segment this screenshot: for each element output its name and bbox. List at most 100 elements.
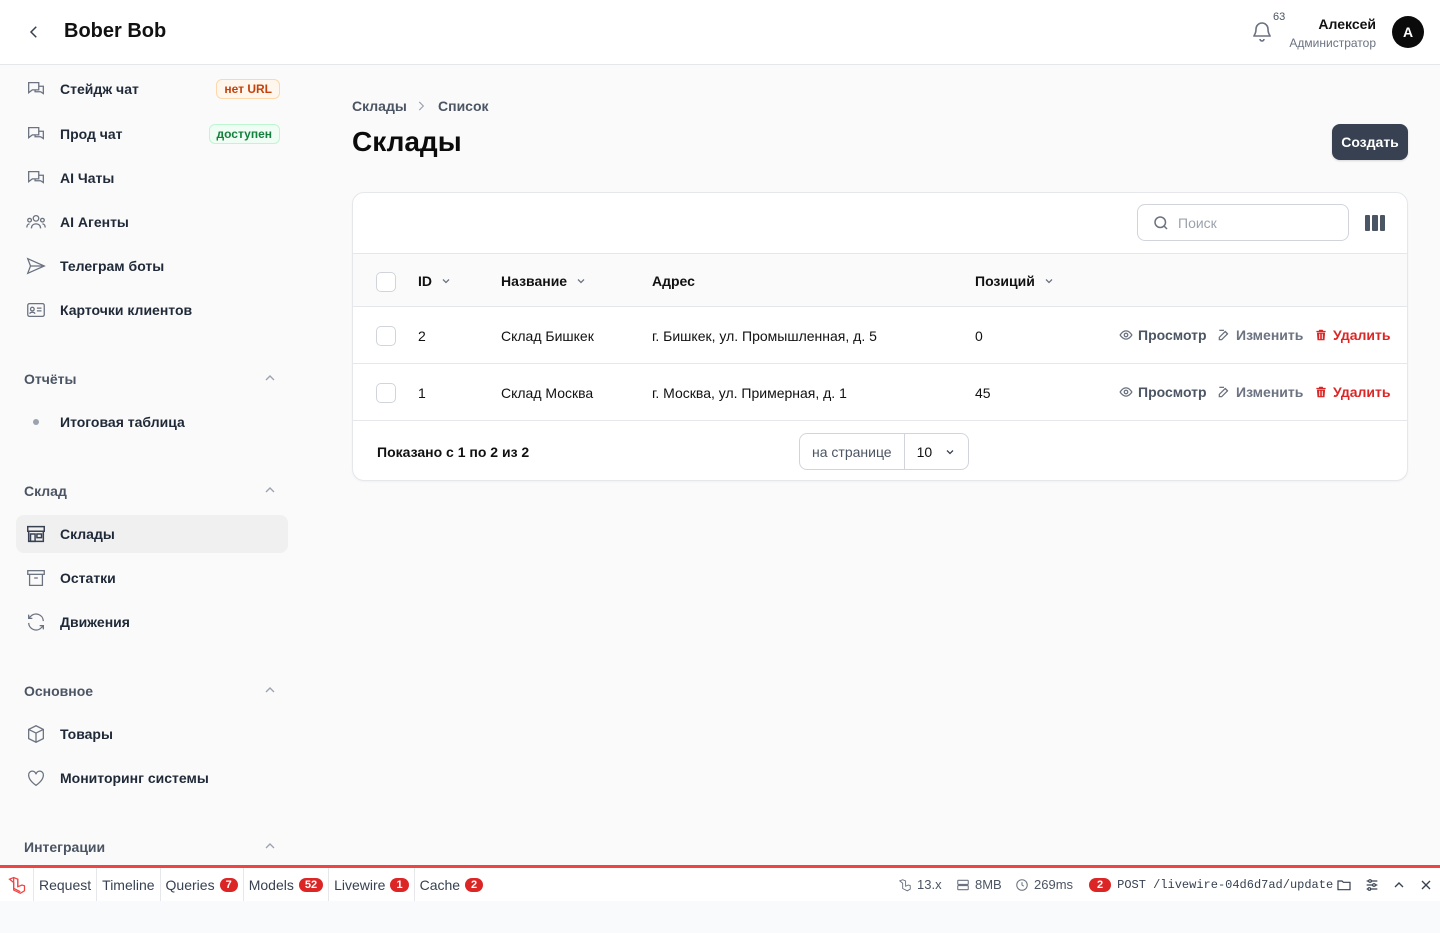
count-badge: 1 <box>390 877 409 892</box>
sidebar-item-label: Карточки клиентов <box>60 302 193 318</box>
row-checkbox[interactable] <box>376 383 396 403</box>
search-input-wrapper[interactable] <box>1137 204 1349 241</box>
chevron-down-icon <box>577 279 585 284</box>
columns-icon[interactable] <box>1365 215 1385 231</box>
laravel-logo-icon[interactable] <box>0 868 34 901</box>
group-label-reports: Отчёты <box>24 371 77 387</box>
heart-icon <box>24 766 48 790</box>
edit-button[interactable]: Изменить <box>1217 327 1303 343</box>
sidebar: Стейдж чат нет URL Прод чат доступен AI … <box>0 65 320 865</box>
id-card-icon <box>24 298 48 322</box>
column-header-id[interactable]: ID <box>418 273 452 289</box>
sidebar-item-ai-chats[interactable]: AI Чаты <box>16 159 288 197</box>
sidebar-item-products[interactable]: Товары <box>16 715 288 753</box>
sidebar-item-label: AI Чаты <box>60 170 115 186</box>
eye-icon <box>1119 330 1133 340</box>
memory-value: 8MB <box>975 877 1002 892</box>
column-header-name[interactable]: Название <box>501 273 587 289</box>
table-row: 1 Склад Москва г. Москва, ул. Примерная,… <box>353 364 1407 421</box>
chat-icon <box>24 122 48 146</box>
edit-label: Изменить <box>1236 327 1304 343</box>
memory-usage: 8MB <box>956 868 1002 901</box>
settings-icon[interactable] <box>1364 877 1380 893</box>
notifications-count: 63 <box>1273 11 1286 23</box>
close-icon[interactable] <box>1418 877 1434 893</box>
sidebar-item-label: Товары <box>60 726 113 742</box>
sidebar-item-movements[interactable]: Движения <box>16 603 288 641</box>
debug-bar: Request Timeline Queries 7 Models 52 Livew… <box>0 865 1440 901</box>
chevron-up-icon[interactable] <box>262 370 278 386</box>
cell-id: 2 <box>418 328 426 344</box>
request-selector[interactable]: 2 POST /livewire-04d6d7ad/update <box>1089 868 1333 901</box>
delete-button[interactable]: Удалить <box>1314 384 1390 400</box>
pagination-summary: Показано с 1 по 2 из 2 <box>377 444 530 460</box>
sidebar-item-prod-chat[interactable]: Прод чат доступен <box>16 115 288 153</box>
sidebar-item-summary-table[interactable]: Итоговая таблица <box>16 403 288 441</box>
chevron-up-icon[interactable] <box>262 482 278 498</box>
chevron-down-icon <box>442 279 450 284</box>
view-button[interactable]: Просмотр <box>1119 327 1207 343</box>
send-icon <box>24 254 48 278</box>
sidebar-item-client-cards[interactable]: Карточки клиентов <box>16 291 288 329</box>
debug-tab-label: Timeline <box>102 876 155 893</box>
chevron-left-icon <box>29 26 37 38</box>
view-button[interactable]: Просмотр <box>1119 384 1207 400</box>
table-card: ID Название Адрес Позиций 2 Склад Бишкек… <box>352 192 1408 481</box>
select-all-checkbox[interactable] <box>376 272 396 292</box>
archive-icon <box>24 566 48 590</box>
group-label-warehouse: Склад <box>24 483 67 499</box>
sidebar-item-system-monitoring[interactable]: Мониторинг системы <box>16 759 288 797</box>
debug-tab-livewire[interactable]: Livewire 1 <box>329 868 415 901</box>
sidebar-item-label: AI Агенты <box>60 214 129 230</box>
sidebar-item-telegram-bots[interactable]: Телеграм боты <box>16 247 288 285</box>
debug-tab-queries[interactable]: Queries 7 <box>161 868 244 901</box>
laravel-version: 13.x <box>898 868 942 901</box>
sidebar-item-stage-chat[interactable]: Стейдж чат нет URL <box>16 70 288 108</box>
chevron-up-icon[interactable] <box>1391 877 1407 893</box>
users-icon <box>24 210 48 234</box>
count-badge: 2 <box>1089 877 1112 892</box>
column-header-positions[interactable]: Позиций <box>975 273 1055 289</box>
debug-tab-timeline[interactable]: Timeline <box>97 868 161 901</box>
user-name: Алексей <box>1318 16 1376 32</box>
sidebar-item-ai-agents[interactable]: AI Агенты <box>16 203 288 241</box>
search-icon <box>1154 215 1168 230</box>
column-header-label: Адрес <box>652 273 695 289</box>
sidebar-item-stock[interactable]: Остатки <box>16 559 288 597</box>
bell-icon[interactable] <box>1250 20 1274 44</box>
edit-button[interactable]: Изменить <box>1217 384 1303 400</box>
debug-tab-cache[interactable]: Cache 2 <box>415 868 489 901</box>
chevron-right-icon <box>418 101 425 111</box>
page-title: Склады <box>352 126 462 157</box>
folder-icon[interactable] <box>1336 877 1352 893</box>
sidebar-item-warehouses[interactable]: Склады <box>16 515 288 553</box>
column-header-address: Адрес <box>652 273 695 289</box>
app-title: Bober Bob <box>64 20 167 42</box>
debug-tab-request[interactable]: Request <box>34 868 98 901</box>
table-header: ID Название Адрес Позиций <box>353 253 1407 307</box>
sidebar-item-label: Мониторинг системы <box>60 770 209 786</box>
sidebar-item-label: Остатки <box>60 570 116 586</box>
edit-icon <box>1218 329 1229 341</box>
delete-button[interactable]: Удалить <box>1314 327 1390 343</box>
create-button[interactable]: Создать <box>1332 124 1408 160</box>
debug-tab-label: Models <box>248 876 294 893</box>
eye-icon <box>1119 387 1133 397</box>
back-button[interactable] <box>22 20 46 44</box>
row-checkbox[interactable] <box>376 326 396 346</box>
search-input[interactable] <box>1178 214 1338 231</box>
refresh-icon <box>24 610 48 634</box>
avatar[interactable]: A <box>1392 16 1424 48</box>
sidebar-item-label: Прод чат <box>60 126 123 142</box>
chevron-up-icon[interactable] <box>262 682 278 698</box>
dot-icon <box>24 410 48 434</box>
view-label: Просмотр <box>1138 327 1207 343</box>
breadcrumb-item: Список <box>438 98 489 114</box>
cell-address: г. Бишкек, ул. Промышленная, д. 5 <box>652 328 877 344</box>
column-header-label: Позиций <box>975 273 1035 289</box>
breadcrumb-item[interactable]: Склады <box>352 98 407 114</box>
debug-tab-models[interactable]: Models 52 <box>244 868 330 901</box>
count-badge: 7 <box>219 877 238 892</box>
chevron-up-icon[interactable] <box>262 838 278 854</box>
per-page-select[interactable]: 10 <box>905 444 969 460</box>
